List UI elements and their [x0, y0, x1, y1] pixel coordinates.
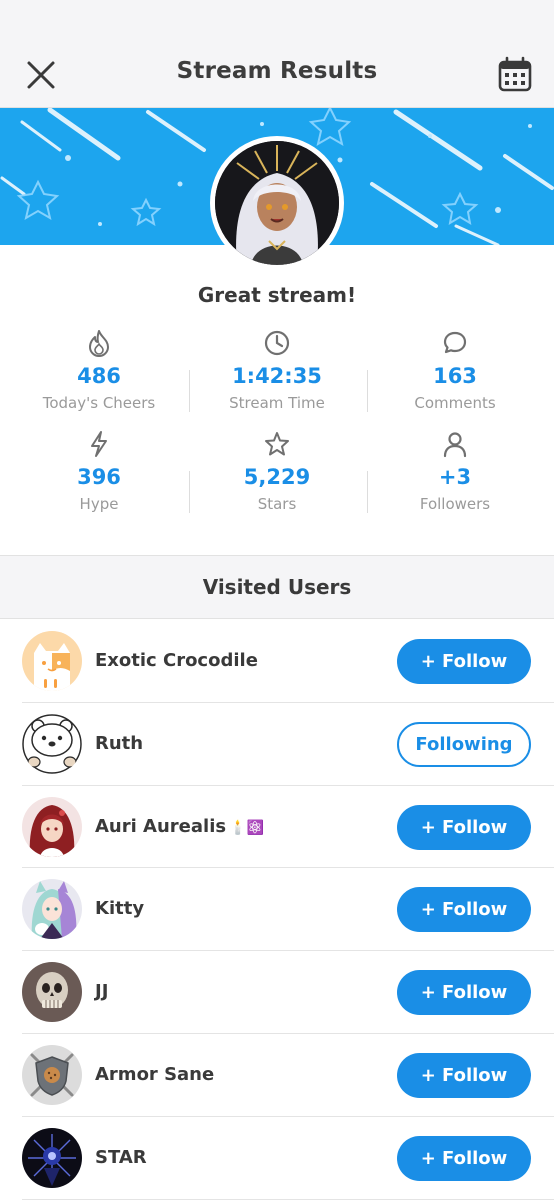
follow-button[interactable]: + Follow [397, 970, 531, 1016]
follow-button[interactable]: + Follow [397, 1052, 531, 1098]
stat-stars: 5,229 Stars [188, 429, 366, 513]
streamer-avatar [210, 136, 344, 270]
name-badges: 🕯️⚛️ [229, 819, 264, 836]
star-creature-avatar-icon [22, 1127, 82, 1188]
stat-value: 163 [433, 364, 477, 388]
stat-label: Today's Cheers [42, 394, 156, 412]
streamer-avatar-image [215, 141, 339, 265]
stat-value: 396 [77, 465, 121, 489]
user-name[interactable]: Auri Aurealis 🕯️⚛️ [95, 816, 264, 837]
clock-icon [264, 330, 290, 356]
avatar[interactable] [22, 1044, 82, 1105]
user-name[interactable]: Exotic Crocodile [95, 650, 258, 671]
user-name[interactable]: JJ [95, 981, 108, 1002]
avatar[interactable] [22, 879, 82, 940]
avatar[interactable] [22, 962, 82, 1023]
list-item: Auri Aurealis 🕯️⚛️ + Follow [0, 786, 554, 869]
star-icon [265, 432, 289, 456]
list-item: Exotic Crocodile + Follow [0, 620, 554, 703]
user-name[interactable]: Ruth [95, 733, 143, 754]
top-bar: Stream Results [0, 0, 554, 108]
avatar[interactable] [22, 1127, 82, 1188]
page-title: Stream Results [176, 58, 378, 84]
calendar-icon [498, 56, 532, 92]
chat-bubble-icon [443, 331, 467, 354]
bear-avatar-icon [22, 713, 82, 774]
visited-users-list: Exotic Crocodile + Follow Ruth Following [0, 620, 554, 1200]
stat-label: Comments [414, 394, 496, 412]
visited-users-heading: Visited Users [0, 555, 554, 619]
follow-button[interactable]: + Follow [397, 639, 531, 684]
avatar[interactable] [22, 713, 82, 774]
stat-value: 486 [77, 364, 121, 388]
cat-avatar-icon [22, 631, 82, 691]
skull-avatar-icon [22, 962, 82, 1023]
stat-value: +3 [438, 465, 472, 489]
flame-icon [89, 330, 109, 357]
user-name[interactable]: STAR [95, 1147, 147, 1168]
stat-label: Followers [419, 495, 491, 513]
avatar[interactable] [22, 631, 82, 691]
stat-followers: +3 Followers [366, 429, 544, 513]
stat-label: Stream Time [229, 394, 325, 412]
stat-value: 5,229 [243, 465, 311, 489]
list-item: Ruth Following [0, 703, 554, 786]
catgirl-avatar-icon [22, 879, 82, 940]
person-icon [443, 432, 467, 458]
stat-hype: 396 Hype [10, 429, 188, 513]
list-item: Kitty + Follow [0, 868, 554, 951]
stat-label: Hype [79, 495, 119, 513]
list-item: JJ + Follow [0, 951, 554, 1034]
shield-avatar-icon [22, 1044, 82, 1105]
avatar[interactable] [22, 796, 82, 857]
stat-comments: 163 Comments [366, 328, 544, 412]
following-button[interactable]: Following [397, 721, 531, 767]
follow-button[interactable]: + Follow [397, 887, 531, 933]
follow-button[interactable]: + Follow [397, 804, 531, 850]
lightning-icon [91, 431, 107, 457]
stat-stream-time: 1:42:35 Stream Time [188, 328, 366, 412]
calendar-button[interactable] [496, 56, 534, 94]
user-name-text: Auri Aurealis [95, 815, 227, 837]
anime-avatar-icon [22, 796, 82, 857]
follow-button[interactable]: + Follow [397, 1135, 531, 1181]
user-name[interactable]: Armor Sane [95, 1064, 214, 1085]
stat-label: Stars [257, 495, 297, 513]
list-item: STAR + Follow [0, 1117, 554, 1200]
stat-value: 1:42:35 [232, 364, 322, 388]
stream-summary-message: Great stream! [197, 283, 357, 307]
stat-cheers: 486 Today's Cheers [10, 328, 188, 412]
list-item: Armor Sane + Follow [0, 1034, 554, 1117]
user-name[interactable]: Kitty [95, 898, 144, 919]
